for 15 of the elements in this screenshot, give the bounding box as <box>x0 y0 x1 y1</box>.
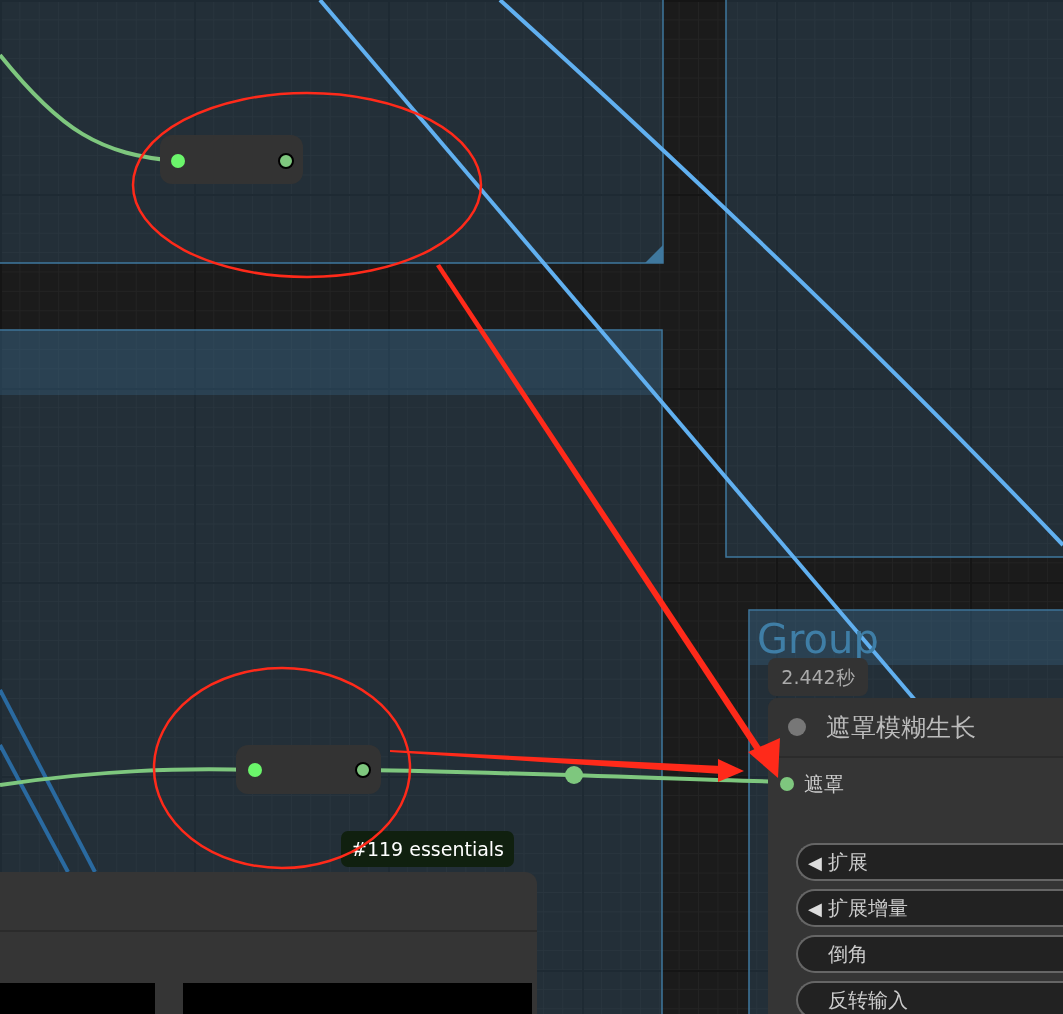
node-panel[interactable] <box>0 872 537 1014</box>
input-slot-icon[interactable] <box>780 777 794 791</box>
node-status-dot[interactable] <box>788 718 806 736</box>
reroute-node[interactable] <box>236 745 381 794</box>
node-title: 遮罩模糊生长 <box>826 711 976 744</box>
number-widget[interactable]: ◀ 扩展 <box>796 843 1063 881</box>
tooltip: #119 essentials <box>341 831 514 867</box>
input-label: 遮罩 <box>804 770 844 798</box>
number-widget[interactable]: ◀ 扩展增量 <box>796 889 1063 927</box>
execution-time-badge: 2.442秒 <box>768 658 868 696</box>
node-panel[interactable]: 遮罩模糊生长 遮罩 ◀ 扩展 ◀ 扩展增量 倒角 反转输入 <box>768 698 1063 1014</box>
toggle-widget[interactable]: 反转输入 <box>796 981 1063 1014</box>
link-midpoint-icon[interactable] <box>565 766 583 784</box>
toggle-widget[interactable]: 倒角 <box>796 935 1063 973</box>
reroute-node[interactable] <box>160 135 303 184</box>
